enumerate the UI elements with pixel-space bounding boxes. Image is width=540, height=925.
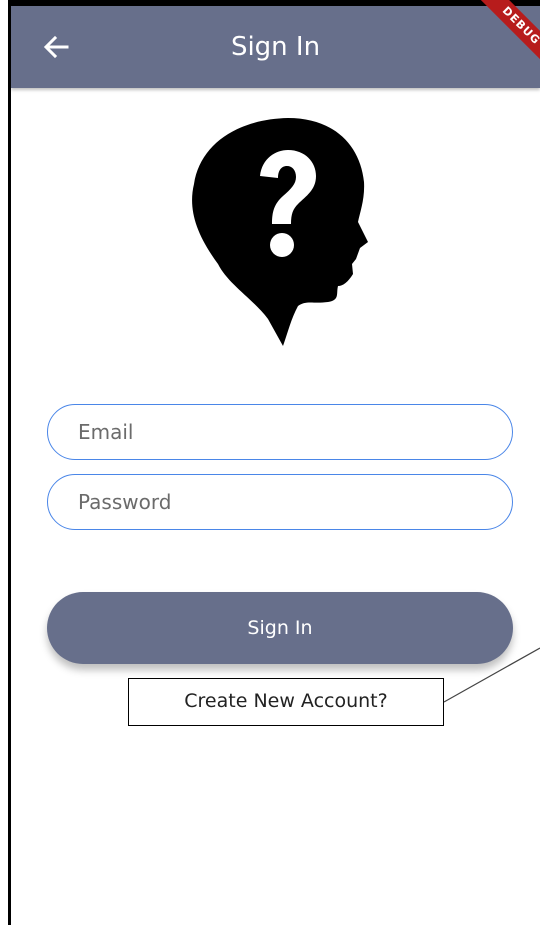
callout-line <box>443 647 540 703</box>
email-input[interactable] <box>78 405 488 458</box>
unknown-person-head-icon <box>192 118 368 346</box>
email-field[interactable] <box>47 404 513 460</box>
frame-left-border <box>8 0 11 925</box>
password-field[interactable] <box>47 474 513 530</box>
sign-in-screen: Sign In DEBUG Sign In Create New Account… <box>0 0 540 925</box>
create-account-button[interactable]: Create New Account? <box>128 678 444 726</box>
page-title: Sign In <box>230 32 321 62</box>
app-bar: Sign In DEBUG <box>11 0 540 88</box>
password-input[interactable] <box>78 475 488 528</box>
